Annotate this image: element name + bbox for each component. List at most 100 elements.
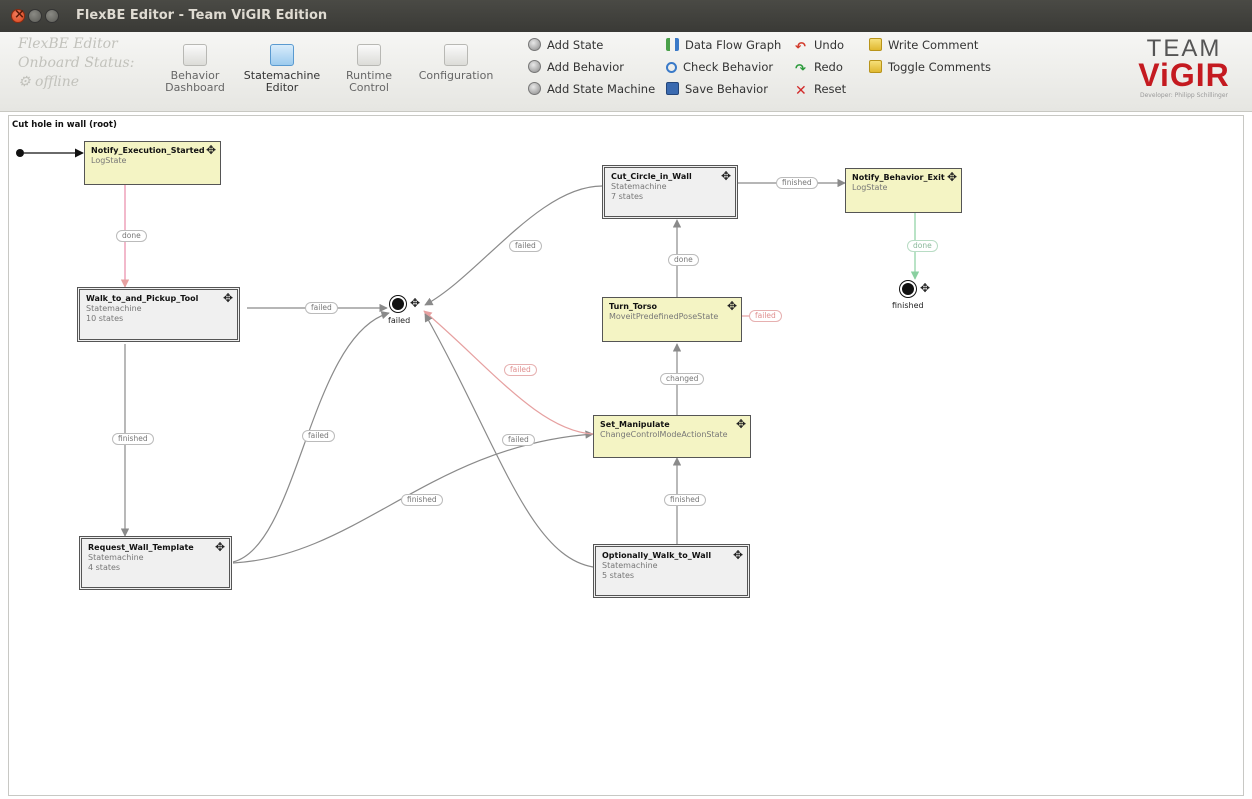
- onboard-status-panel: FlexBE Editor Onboard Status: ⚙ offline: [18, 36, 134, 90]
- state-count: 5 states: [602, 571, 635, 580]
- edge-label-failed[interactable]: failed: [305, 302, 338, 314]
- outcome-finished-label: finished: [892, 301, 924, 310]
- edge-label-done[interactable]: done: [668, 254, 699, 266]
- edge-label-finished[interactable]: finished: [112, 433, 154, 445]
- state-name: Optionally_Walk_to_Wall: [602, 551, 712, 560]
- nav-configuration[interactable]: Configuration: [416, 40, 496, 106]
- state-name: Walk_to_and_Pickup_Tool: [86, 294, 199, 303]
- toggle-comments-label: Toggle Comments: [888, 60, 991, 74]
- reset-label: Reset: [814, 82, 847, 96]
- state-type: Statemachine: [602, 561, 658, 570]
- maximize-window-button[interactable]: [45, 9, 59, 23]
- runtime-icon: [357, 44, 381, 66]
- redo-button[interactable]: ↷ Redo: [795, 58, 843, 77]
- move-handle-icon[interactable]: ✥: [947, 171, 957, 183]
- edge-label-finished[interactable]: finished: [401, 494, 443, 506]
- state-request-wall-template[interactable]: Request_Wall_Template Statemachine 4 sta…: [79, 536, 232, 590]
- edge-label-failed[interactable]: failed: [509, 240, 542, 252]
- connection-status: ⚙ offline: [18, 74, 134, 90]
- data-flow-graph-icon: [666, 38, 679, 51]
- redo-label: Redo: [814, 60, 843, 74]
- edge-label-done[interactable]: done: [907, 240, 938, 252]
- write-comment-button[interactable]: Write Comment: [869, 36, 978, 54]
- nav-behavior-dashboard[interactable]: Behavior Dashboard: [155, 40, 235, 106]
- outcome-failed-move-icon[interactable]: ✥: [410, 296, 420, 310]
- state-cut-circle-in-wall[interactable]: Cut_Circle_in_Wall Statemachine 7 states…: [602, 165, 738, 219]
- undo-label: Undo: [814, 38, 845, 52]
- move-handle-icon[interactable]: ✥: [206, 144, 216, 156]
- connection-status-text: offline: [35, 74, 80, 90]
- state-name: Notify_Execution_Started: [91, 146, 205, 155]
- nav-statemachine-editor[interactable]: Statemachine Editor: [242, 40, 322, 106]
- add-behavior-button[interactable]: Add Behavior: [528, 58, 624, 76]
- move-handle-icon[interactable]: ✥: [721, 170, 731, 182]
- state-name: Cut_Circle_in_Wall: [611, 172, 692, 181]
- add-state-machine-button[interactable]: Add State Machine: [528, 80, 655, 98]
- nav-runtime-control[interactable]: Runtime Control: [329, 40, 409, 106]
- data-flow-graph-button[interactable]: Data Flow Graph: [666, 36, 781, 54]
- logo-tagline: Developer: Philipp Schillinger: [1140, 92, 1228, 99]
- state-walk-to-and-pickup-tool[interactable]: Walk_to_and_Pickup_Tool Statemachine 10 …: [77, 287, 240, 342]
- minimize-window-button[interactable]: [28, 9, 42, 23]
- outcome-finished-dot[interactable]: [902, 283, 914, 295]
- add-state-machine-label: Add State Machine: [547, 82, 656, 96]
- edge-label-finished[interactable]: finished: [664, 494, 706, 506]
- check-behavior-icon: [666, 62, 677, 73]
- save-icon: [666, 82, 679, 95]
- undo-button[interactable]: ↶ Undo: [795, 36, 845, 55]
- add-state-button[interactable]: Add State: [528, 36, 603, 54]
- outcome-finished-move-icon[interactable]: ✥: [920, 281, 930, 295]
- window-title: FlexBE Editor - Team ViGIR Edition: [76, 8, 328, 23]
- state-type: LogState: [91, 156, 127, 165]
- toggle-comments-button[interactable]: Toggle Comments: [869, 58, 991, 76]
- reset-button[interactable]: ✕ Reset: [795, 80, 847, 99]
- flexbe-editor-window: FlexBE Editor - Team ViGIR Edition FlexB…: [0, 0, 1252, 799]
- state-count: 7 states: [611, 192, 644, 201]
- state-turn-torso[interactable]: Turn_Torso MoveitPredefinedPoseState ✥: [602, 297, 742, 342]
- state-name: Request_Wall_Template: [88, 543, 194, 552]
- nav-label: Configuration: [418, 69, 494, 82]
- state-optionally-walk-to-wall[interactable]: Optionally_Walk_to_Wall Statemachine 5 s…: [593, 544, 750, 598]
- move-handle-icon[interactable]: ✥: [223, 292, 233, 304]
- initial-state-dot: [16, 149, 24, 157]
- add-state-machine-icon: [528, 82, 541, 95]
- edge-label-failed[interactable]: failed: [502, 434, 535, 446]
- statemachine-icon: [270, 44, 294, 66]
- add-state-label: Add State: [547, 38, 604, 52]
- outcome-failed-dot[interactable]: [392, 298, 404, 310]
- move-handle-icon[interactable]: ✥: [727, 300, 737, 312]
- save-behavior-button[interactable]: Save Behavior: [666, 80, 768, 98]
- edge-label-failed[interactable]: failed: [749, 310, 782, 322]
- redo-icon: ↷: [795, 62, 806, 77]
- move-handle-icon[interactable]: ✥: [215, 541, 225, 553]
- team-vigir-logo: TEAM ViGIR Developer: Philipp Schillinge…: [1124, 37, 1244, 106]
- outcome-failed-label: failed: [388, 316, 411, 325]
- state-name: Notify_Behavior_Exit: [852, 173, 945, 182]
- write-comment-label: Write Comment: [888, 38, 979, 52]
- app-name-label: FlexBE Editor: [18, 36, 118, 52]
- state-type: ChangeControlModeActionState: [600, 430, 728, 439]
- state-notify-behavior-exit[interactable]: Notify_Behavior_Exit LogState ✥: [845, 168, 962, 213]
- nav-label: Control: [349, 81, 389, 94]
- check-behavior-button[interactable]: Check Behavior: [666, 58, 773, 76]
- statemachine-canvas[interactable]: Cut hole in wall (root) Notify_Execution…: [8, 115, 1244, 796]
- state-type: Statemachine: [86, 304, 142, 313]
- state-count: 4 states: [88, 563, 121, 572]
- logo-line2: ViGIR: [1138, 57, 1230, 93]
- edge-label-failed[interactable]: failed: [504, 364, 537, 376]
- edge-label-done[interactable]: done: [116, 230, 147, 242]
- edge-label-changed[interactable]: changed: [660, 373, 705, 385]
- reset-icon: ✕: [795, 83, 807, 99]
- edge-label-finished[interactable]: finished: [776, 177, 818, 189]
- add-behavior-icon: [528, 60, 541, 73]
- move-handle-icon[interactable]: ✥: [736, 418, 746, 430]
- move-handle-icon[interactable]: ✥: [733, 549, 743, 561]
- close-window-button[interactable]: [11, 7, 25, 23]
- edge-label-failed[interactable]: failed: [302, 430, 335, 442]
- state-name: Turn_Torso: [609, 302, 658, 311]
- dashboard-icon: [183, 44, 207, 66]
- state-notify-execution-started[interactable]: Notify_Execution_Started LogState ✥: [84, 141, 221, 185]
- connection-icon: ⚙: [18, 74, 36, 90]
- state-set-manipulate[interactable]: Set_Manipulate ChangeControlModeActionSt…: [593, 415, 751, 458]
- toggle-comments-icon: [869, 60, 882, 73]
